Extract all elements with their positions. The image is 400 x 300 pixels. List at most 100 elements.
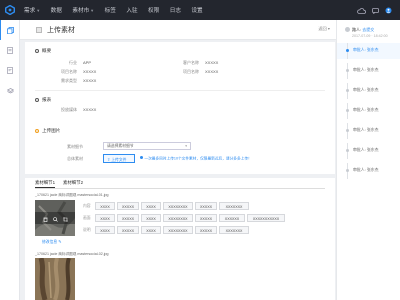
- tag-chip[interactable]: XXXXXXXX: [163, 226, 193, 234]
- nav-item-log[interactable]: 日志: [170, 6, 181, 14]
- step-name: 张东杰: [366, 167, 379, 172]
- select-value: 请选择素材细节: [107, 144, 134, 148]
- main-content: 上传素材 返回 ▾ 概要 行业 APP 项目名称 XXXXX 需求类型 XXXX…: [20, 20, 336, 300]
- tag-chip[interactable]: XXXXX: [195, 214, 217, 222]
- logo-icon[interactable]: [0, 0, 20, 20]
- tag-chip[interactable]: XXXX: [95, 202, 115, 210]
- field-label: 客户名称: [183, 60, 199, 65]
- step-name: 张东杰: [366, 107, 379, 112]
- tag-chip[interactable]: XXXXX: [195, 202, 217, 210]
- pencil-icon: ✎: [58, 240, 62, 244]
- nav-item-demand[interactable]: 需求 ▼: [24, 6, 41, 15]
- timeline-dot-icon: [345, 88, 349, 92]
- step-text: 审批人: 张东杰: [353, 167, 379, 172]
- nav-item-tags[interactable]: 标签: [105, 6, 116, 14]
- sidebar-item-document[interactable]: [0, 40, 20, 60]
- timeline-dot-icon: [345, 68, 349, 72]
- tag-chip[interactable]: XXXXXXXXXXX: [247, 214, 285, 222]
- step-role: 审批人: [353, 147, 365, 152]
- nav-label: 数据: [50, 8, 62, 14]
- checkbox-icon[interactable]: [36, 26, 42, 33]
- tab-material-1[interactable]: 素材细节1: [35, 178, 56, 188]
- approval-step[interactable]: 审批人: 张东杰: [337, 123, 400, 139]
- approval-step[interactable]: 审批人: 张东杰: [337, 143, 400, 159]
- delete-icon[interactable]: [43, 209, 48, 227]
- user-action-link[interactable]: 去提交: [362, 27, 374, 32]
- nav-label: 设置: [191, 8, 203, 14]
- back-dropdown[interactable]: 返回 ▾: [318, 26, 330, 32]
- nav-label: 权限: [148, 8, 160, 14]
- nav-item-permission[interactable]: 权限: [148, 6, 159, 14]
- approval-step[interactable]: 审批人: 张东杰: [337, 83, 400, 99]
- user-avatar-icon[interactable]: [385, 1, 392, 19]
- step-name: 张东杰: [366, 87, 379, 92]
- approval-step[interactable]: 审批人: 张东杰: [337, 163, 400, 179]
- copy-icon: [7, 21, 14, 39]
- nav-item-material-market[interactable]: 素材市 ▼: [72, 6, 94, 15]
- tag-chip[interactable]: XXXX: [95, 214, 115, 222]
- field-label: 需求类型: [61, 78, 77, 83]
- tab-underline: [35, 188, 325, 189]
- chevron-down-icon: ▼: [36, 7, 41, 13]
- upload-button[interactable]: ⇪ 上传文件: [103, 154, 135, 163]
- field-label: 项目名称: [61, 69, 77, 74]
- section-dot-icon: [35, 129, 39, 133]
- tag-chip[interactable]: XXXXX: [117, 214, 139, 222]
- timeline-dot-icon: [345, 148, 349, 152]
- image-thumbnail[interactable]: [35, 200, 75, 236]
- upload-button-label: 上传文件: [111, 157, 127, 162]
- step-role: 审批人: [353, 107, 365, 112]
- upload-hint: 一次最多同时上传10个文件素材，仅限最新近后，请分多多上传！: [140, 156, 252, 161]
- sidebar-item-copy[interactable]: [0, 20, 20, 40]
- row-label: 说明: [83, 228, 91, 232]
- message-icon[interactable]: [372, 1, 379, 19]
- material-label: 素材细节: [67, 144, 83, 149]
- tag-chip[interactable]: XXXX: [141, 226, 161, 234]
- material-select[interactable]: 请选择素材细节 ▾: [103, 142, 191, 150]
- cloud-icon[interactable]: [357, 1, 366, 19]
- main-nav: 需求 ▼ 数据 素材市 ▼ 标签 入驻 权限 日志 设置: [24, 0, 213, 20]
- tag-chip[interactable]: XXXXX: [195, 226, 217, 234]
- step-text: 审批人: 张东杰: [353, 47, 379, 52]
- app-window: 需求 ▼ 数据 素材市 ▼ 标签 入驻 权限 日志 设置 上传素材 返回 ▾ 概…: [0, 0, 400, 300]
- sidebar-item-layers[interactable]: [0, 80, 20, 100]
- tab-material-2[interactable]: 素材细节2: [63, 178, 83, 188]
- tag-chip[interactable]: XXXX: [141, 214, 161, 222]
- step-role: 审批人: [353, 167, 365, 172]
- field-label: 投放媒体: [61, 107, 77, 112]
- row-label: 内容: [83, 204, 91, 208]
- approval-step[interactable]: 审批人: 张东杰: [337, 43, 400, 59]
- nav-item-join[interactable]: 入驻: [126, 6, 137, 14]
- tag-chip[interactable]: XXXXXXXX: [163, 202, 193, 210]
- tag-chip[interactable]: XXXXXX: [219, 214, 245, 222]
- tag-chip[interactable]: XXXXXXXX: [163, 214, 193, 222]
- field-value: APP: [83, 60, 92, 65]
- tag-chip[interactable]: XXXXX: [117, 202, 139, 210]
- sidebar-item-list[interactable]: [0, 60, 20, 80]
- image-filename: _170621 jacle 商标详图观 mastersocial-02.jpg: [35, 252, 109, 256]
- tag-chip[interactable]: XXXXX: [117, 226, 139, 234]
- crop-icon[interactable]: [62, 209, 68, 227]
- image-thumbnail[interactable]: [35, 258, 75, 300]
- nav-item-settings[interactable]: 设置: [191, 6, 202, 14]
- step-text: 审批人: 张东杰: [353, 127, 379, 132]
- step-name: 张东杰: [366, 47, 379, 52]
- edit-info-link[interactable]: 修改信息 ✎: [42, 239, 61, 245]
- approval-step[interactable]: 审批人: 张东杰: [337, 103, 400, 119]
- field-value: XXXXX: [83, 69, 97, 74]
- tag-chip[interactable]: XXXXXXX: [219, 202, 249, 210]
- nav-label: 需求: [24, 8, 36, 14]
- nav-label: 入驻: [126, 8, 138, 14]
- nav-label: 标签: [104, 8, 116, 14]
- materials-card: 素材细节1 素材细节2 _170621 jacle 商标详图观 masterso…: [25, 178, 335, 300]
- tag-chip[interactable]: XXXXXXX: [219, 226, 249, 234]
- tag-chip[interactable]: XXXX: [141, 202, 161, 210]
- field-value: XXXXX: [83, 107, 97, 112]
- nav-item-data[interactable]: 数据: [51, 6, 62, 14]
- upload-hint-text: 一次最多同时上传10个文件素材，仅限最新近后，请分多多上传！: [144, 156, 252, 161]
- zoom-in-icon[interactable]: [52, 209, 58, 227]
- page-title: 上传素材: [47, 26, 75, 34]
- field-value: XXXXX: [83, 78, 97, 83]
- approval-step[interactable]: 审批人: 张东杰: [337, 63, 400, 79]
- tag-chip[interactable]: XXXX: [95, 226, 115, 234]
